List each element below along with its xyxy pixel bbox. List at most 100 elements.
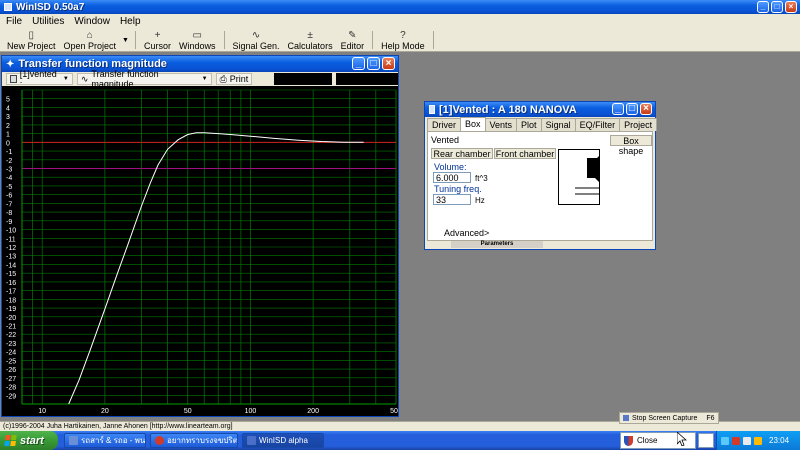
taskbar-item-1[interactable]: รถสาร์ & รถอ - พนพหน่... xyxy=(64,433,146,448)
main-maximize-button[interactable]: □ xyxy=(771,1,783,13)
y-tick-label: -13 xyxy=(6,254,16,261)
y-tick-label: -29 xyxy=(6,393,16,400)
tuning-freq-label: Tuning freq. xyxy=(434,184,482,194)
minimize-icon: _ xyxy=(615,103,621,114)
transfer-function-window: ✦ Transfer function magnitude _ □ × [1]v… xyxy=(1,55,399,417)
tab-eq-filter[interactable]: EQ/Filter xyxy=(574,118,621,131)
y-tick-label: -22 xyxy=(6,332,16,339)
tf-minimize-button[interactable]: _ xyxy=(352,57,365,70)
toolbar-separator xyxy=(372,31,374,49)
close-icon: × xyxy=(788,2,794,11)
main-close-button[interactable]: × xyxy=(785,1,797,13)
network-icon[interactable] xyxy=(721,436,729,445)
rear-chamber-button[interactable]: Rear chamber xyxy=(431,148,493,159)
y-tick-label: -23 xyxy=(6,341,16,348)
vented-minimize-button[interactable]: _ xyxy=(612,103,624,115)
vented-maximize-button[interactable]: □ xyxy=(626,103,638,115)
tab-driver[interactable]: Driver xyxy=(427,118,461,131)
y-tick-label: 3 xyxy=(6,114,10,121)
box-shape-preview xyxy=(558,149,600,205)
taskbar-item-winisd[interactable]: WinISD alpha xyxy=(242,433,324,448)
x-tick-label: 200 xyxy=(307,408,319,415)
advanced-button[interactable]: Advanced> xyxy=(444,228,489,238)
volume-input[interactable]: 6.000 xyxy=(433,172,471,183)
app-icon xyxy=(4,3,12,11)
print-button[interactable]: ⎙ Print xyxy=(215,73,253,85)
y-tick-label: -5 xyxy=(6,184,12,191)
tf-title-bar[interactable]: ✦ Transfer function magnitude _ □ × xyxy=(2,56,398,72)
vented-title-bar[interactable]: [1]Vented : A 180 NANOVA _ □ × xyxy=(425,102,655,117)
front-chamber-button[interactable]: Front chamber xyxy=(494,148,556,159)
y-tick-label: 0 xyxy=(6,140,10,147)
y-tick-label: -4 xyxy=(6,175,12,182)
help-icon: ? xyxy=(400,30,406,41)
box-tab-panel: Vented Box shape Rear chamber Front cham… xyxy=(427,131,653,241)
system-tray: 23:04 xyxy=(716,431,800,450)
windows-logo-icon xyxy=(4,435,17,446)
open-project-button[interactable]: ⌂ Open Project xyxy=(60,29,121,52)
window-icon xyxy=(69,436,78,445)
view-dropdown[interactable]: ∿ Transfer function magnitude ▼ xyxy=(76,69,212,89)
main-title-bar[interactable]: WinISD 0.50a7 _ □ × xyxy=(0,0,800,14)
volume-icon[interactable] xyxy=(743,436,751,445)
security-icon[interactable] xyxy=(732,436,740,445)
tab-plot[interactable]: Plot xyxy=(516,118,542,131)
windows-label: Windows xyxy=(179,41,216,51)
stop-capture-popup[interactable]: Stop Screen Capture F6 xyxy=(619,412,719,424)
transfer-function-plot[interactable]: 543210-1-2-3-4-5-6-7-8-9-10-11-12-13-14-… xyxy=(2,86,398,416)
taskbar-item-2[interactable]: อยากทราบรงจขปริตผล... xyxy=(150,433,238,448)
tf-close-button[interactable]: × xyxy=(382,57,395,70)
signal-gen-label: Signal Gen. xyxy=(232,41,280,51)
menu-utilities[interactable]: Utilities xyxy=(32,16,64,27)
y-tick-label: 4 xyxy=(6,105,10,112)
maximize-icon: □ xyxy=(370,57,377,69)
cursor-button[interactable]: + Cursor xyxy=(140,29,175,52)
tuning-freq-input[interactable]: 33 xyxy=(433,194,471,205)
y-tick-label: -16 xyxy=(6,280,16,287)
tf-maximize-button[interactable]: □ xyxy=(367,57,380,70)
menu-help[interactable]: Help xyxy=(120,16,141,27)
parameters-tab[interactable]: Parameters xyxy=(451,241,543,248)
start-button[interactable]: start xyxy=(0,431,58,450)
cursor-readout-box xyxy=(274,73,333,85)
signal-gen-button[interactable]: ∿ Signal Gen. xyxy=(229,29,284,52)
calculators-button[interactable]: ± Calculators xyxy=(284,29,337,52)
help-mode-label: Help Mode xyxy=(381,41,425,51)
main-minimize-button[interactable]: _ xyxy=(757,1,769,13)
tab-vents[interactable]: Vents xyxy=(484,118,518,131)
y-tick-label: -1 xyxy=(6,149,12,156)
maximize-icon: □ xyxy=(628,103,636,114)
help-mode-button[interactable]: ? Help Mode xyxy=(377,29,429,52)
windows-icon: ▭ xyxy=(192,30,202,41)
menu-window[interactable]: Window xyxy=(74,16,110,27)
y-tick-label: -26 xyxy=(6,367,16,374)
vented-close-button[interactable]: × xyxy=(640,103,652,115)
speaker-driver-icon xyxy=(575,156,599,195)
editor-button[interactable]: ✎ Editor xyxy=(337,29,369,52)
menu-bar: File Utilities Window Help xyxy=(0,14,800,29)
tab-project[interactable]: Project xyxy=(619,118,658,131)
open-project-dropdown[interactable]: ▼ xyxy=(120,29,131,51)
print-label: Print xyxy=(229,74,249,84)
close-icon: × xyxy=(385,57,392,69)
y-tick-label: -9 xyxy=(6,219,12,226)
x-tick-label: 50 xyxy=(184,408,192,415)
tab-signal[interactable]: Signal xyxy=(540,118,576,131)
y-tick-label: -6 xyxy=(6,193,12,200)
dropdown-arrow-icon: ▼ xyxy=(201,76,208,82)
y-tick-label: -21 xyxy=(6,324,16,331)
y-tick-label: -19 xyxy=(6,306,16,313)
taskbar-item-label: รถสาร์ & รถอ - พนพหน่... xyxy=(81,436,146,445)
tab-box[interactable]: Box xyxy=(460,117,486,131)
tray-blank-box xyxy=(698,433,714,448)
dropdown-arrow-icon: ▼ xyxy=(62,76,69,82)
main-window-title: WinISD 0.50a7 xyxy=(16,1,85,13)
box-shape-button[interactable]: Box shape xyxy=(610,135,652,156)
windows-button[interactable]: ▭ Windows xyxy=(175,29,220,52)
menu-file[interactable]: File xyxy=(6,16,22,27)
new-project-button[interactable]: ▯ New Project xyxy=(3,29,60,52)
project-dropdown[interactable]: [1]vented : ▼ xyxy=(6,69,73,89)
close-label: Close xyxy=(637,436,658,445)
antivirus-icon[interactable] xyxy=(754,436,762,445)
new-project-label: New Project xyxy=(7,41,56,51)
